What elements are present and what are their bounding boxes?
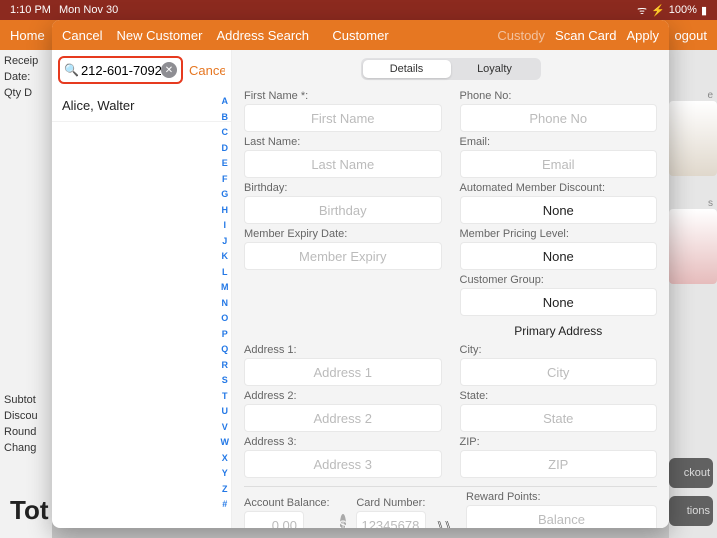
search-column: 🔍 ✕ Cancel Alice, Walter ABCDEFGHIJKLMNO… <box>52 50 232 528</box>
modal-header: Cancel New Customer Address Search Custo… <box>52 20 669 50</box>
alpha-letter[interactable]: J <box>221 234 230 250</box>
customer-modal: Cancel New Customer Address Search Custo… <box>52 20 669 528</box>
alpha-letter[interactable]: N <box>221 296 230 312</box>
tab-loyalty[interactable]: Loyalty <box>451 60 539 78</box>
ios-status-bar: 1:10 PM Mon Nov 30 ᯤ ⚡ 100% ▮ <box>0 0 717 20</box>
subtotal-lines: Subtot Discou Round Chang <box>4 392 38 456</box>
alpha-letter[interactable]: S <box>221 373 230 389</box>
list-item[interactable]: Alice, Walter <box>52 90 231 122</box>
search-icon: 🔍 <box>64 63 79 77</box>
alpha-letter[interactable]: V <box>221 420 230 436</box>
custody-button[interactable]: Custody <box>497 28 545 43</box>
last-name-input[interactable]: Last Name <box>244 150 442 178</box>
search-box[interactable]: 🔍 ✕ <box>58 56 183 84</box>
alpha-letter[interactable]: L <box>221 265 230 281</box>
address1-input[interactable]: Address 1 <box>244 358 442 386</box>
product-tile[interactable] <box>669 209 717 284</box>
product-tile[interactable] <box>669 101 717 176</box>
mpl-select[interactable]: None <box>460 242 658 270</box>
card-number-input[interactable]: 12345678 <box>356 511 426 528</box>
alpha-letter[interactable]: T <box>221 389 230 405</box>
first-name-input[interactable]: First Name <box>244 104 442 132</box>
cgroup-select[interactable]: None <box>460 288 658 316</box>
nav-home[interactable]: Home <box>10 28 45 43</box>
email-input[interactable]: Email <box>460 150 658 178</box>
address-search-button[interactable]: Address Search <box>216 28 309 43</box>
alpha-letter[interactable]: F <box>221 172 230 188</box>
modal-title: Customer <box>332 28 388 43</box>
alpha-index[interactable]: ABCDEFGHIJKLMNOPQRSTUVWXYZ# <box>221 94 230 513</box>
expiry-input[interactable]: Member Expiry <box>244 242 442 270</box>
alpha-letter[interactable]: P <box>221 327 230 343</box>
alpha-letter[interactable]: B <box>221 110 230 126</box>
alpha-letter[interactable]: G <box>221 187 230 203</box>
result-list: Alice, Walter ABCDEFGHIJKLMNOPQRSTUVWXYZ… <box>52 90 231 528</box>
new-customer-button[interactable]: New Customer <box>116 28 202 43</box>
apply-button[interactable]: Apply <box>626 28 659 43</box>
tab-details[interactable]: Details <box>363 60 451 78</box>
nav-logout[interactable]: ogout <box>674 28 707 43</box>
alpha-letter[interactable]: U <box>221 404 230 420</box>
tab-control: Details Loyalty <box>361 58 541 80</box>
receipt-panel: Receip Date: Qty D Subtot Discou Round C… <box>0 50 52 538</box>
city-input[interactable]: City <box>460 358 658 386</box>
alpha-letter[interactable]: E <box>221 156 230 172</box>
clear-icon[interactable]: ✕ <box>161 62 177 78</box>
signal-icon: ⚡ <box>651 4 665 17</box>
section-title: Primary Address <box>460 324 658 338</box>
account-balance-input[interactable]: 0.00 <box>244 511 304 528</box>
alpha-letter[interactable]: C <box>221 125 230 141</box>
address2-input[interactable]: Address 2 <box>244 404 442 432</box>
alpha-letter[interactable]: O <box>221 311 230 327</box>
alpha-letter[interactable]: I <box>221 218 230 234</box>
alpha-letter[interactable]: # <box>221 497 230 513</box>
status-time: 1:10 PM <box>10 4 51 16</box>
alpha-letter[interactable]: Z <box>221 482 230 498</box>
alpha-letter[interactable]: M <box>221 280 230 296</box>
scan-card-button[interactable]: Scan Card <box>555 28 616 43</box>
alpha-letter[interactable]: X <box>221 451 230 467</box>
details-column: Details Loyalty First Name *:First Name … <box>232 50 669 528</box>
zip-input[interactable]: ZIP <box>460 450 658 478</box>
alpha-letter[interactable]: A <box>221 94 230 110</box>
search-input[interactable] <box>81 63 161 78</box>
birthday-input[interactable]: Birthday <box>244 196 442 224</box>
cancel-button[interactable]: Cancel <box>62 28 102 43</box>
address3-input[interactable]: Address 3 <box>244 450 442 478</box>
alpha-letter[interactable]: W <box>221 435 230 451</box>
status-date: Mon Nov 30 <box>59 4 118 16</box>
alpha-letter[interactable]: R <box>221 358 230 374</box>
alpha-letter[interactable]: D <box>221 141 230 157</box>
actions-button[interactable]: tions <box>669 496 713 526</box>
reward-points-input[interactable]: Balance <box>466 505 657 528</box>
alpha-letter[interactable]: Q <box>221 342 230 358</box>
search-cancel[interactable]: Cancel <box>189 63 225 78</box>
state-input[interactable]: State <box>460 404 658 432</box>
barcode-icon[interactable]: ⑊⑊ <box>436 514 452 528</box>
product-panel: e s ckout tions <box>669 50 717 538</box>
amd-select[interactable]: None <box>460 196 658 224</box>
dollar-icon[interactable]: $ <box>340 514 347 528</box>
battery-icon: ▮ <box>701 4 707 17</box>
checkout-button[interactable]: ckout <box>669 458 713 488</box>
total-label: Tot <box>10 495 49 526</box>
phone-input[interactable]: Phone No <box>460 104 658 132</box>
alpha-letter[interactable]: Y <box>221 466 230 482</box>
battery-percent: 100% <box>669 4 697 16</box>
wifi-icon: ᯤ <box>637 3 647 18</box>
alpha-letter[interactable]: K <box>221 249 230 265</box>
alpha-letter[interactable]: H <box>221 203 230 219</box>
